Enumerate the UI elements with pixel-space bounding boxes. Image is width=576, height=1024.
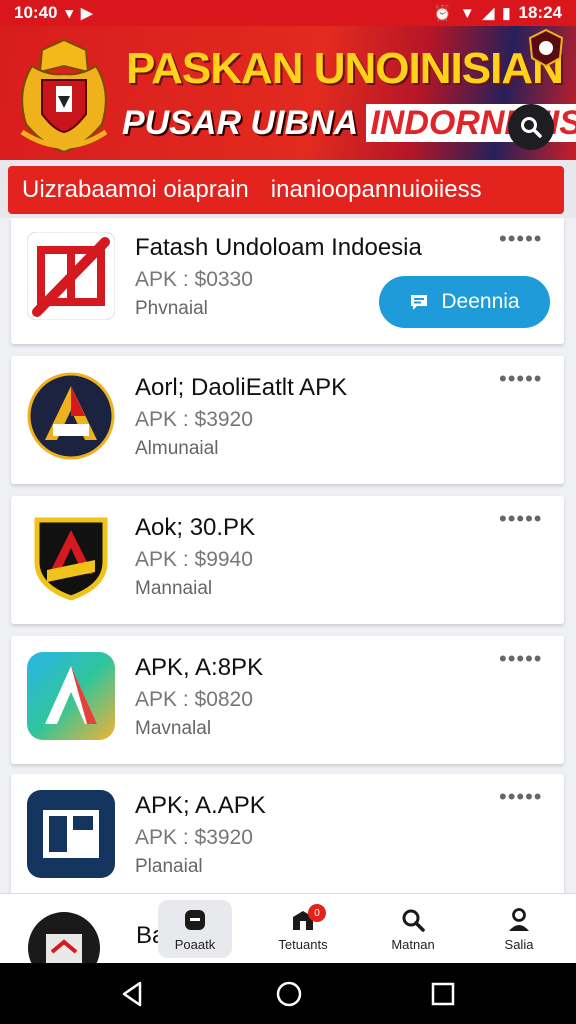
app-icon-shield: [34, 517, 108, 600]
home-icon: [185, 909, 205, 930]
header-title-white: PUSAR UIBNA: [122, 104, 357, 142]
app-icon-a-badge: [27, 372, 115, 460]
nav-label-store: Tetuants: [278, 936, 328, 952]
alarm-icon: ⏰: [433, 5, 452, 22]
more-options-icon[interactable]: •••••: [499, 506, 543, 532]
status-bar: 10:40 ▾ ▶ ⏰ ▼ ◢ ▮ 18:24: [0, 0, 576, 26]
notification-badge: 0: [308, 904, 326, 922]
app-version: APK : $0330: [135, 268, 253, 291]
nav-label-profile: Salia: [504, 936, 534, 952]
app-icon-gradient-a: [27, 652, 115, 740]
header-title-line1: PASKAN UNOINISIAN: [126, 44, 564, 93]
nav-home[interactable]: Poaatk: [158, 900, 232, 958]
notification-icon: ▾: [65, 5, 74, 22]
more-options-icon[interactable]: •••••: [499, 646, 543, 672]
app-subtitle: Phvnaial: [135, 298, 208, 319]
corner-emblem-icon: [528, 28, 564, 68]
banner-text-b: inanioopannuioiiess: [270, 176, 482, 203]
nav-search[interactable]: Matnan: [376, 900, 450, 958]
app-card[interactable]: Aorl; DaoliEatlt APK APK : $3920 Almunai…: [11, 356, 564, 484]
search-icon: [521, 117, 542, 138]
app-version: APK : $9940: [135, 548, 253, 571]
app-card[interactable]: Aok; 30.PK APK : $9940 Mannaial •••••: [11, 496, 564, 624]
nav-label-home: Poaatk: [174, 936, 216, 952]
nav-profile[interactable]: Salia: [482, 900, 556, 958]
nav-label-search: Matnan: [391, 936, 435, 952]
download-button[interactable]: Deennia: [379, 276, 550, 328]
app-subtitle: Planaial: [135, 856, 203, 877]
app-list: Fatash Undoloam Indoesia APK : $0330 Phv…: [0, 218, 576, 893]
recents-icon[interactable]: [428, 979, 458, 1009]
app-name: APK; A.APK: [135, 792, 266, 819]
more-options-icon[interactable]: •••••: [499, 366, 543, 392]
download-button-label: Deennia: [441, 290, 520, 313]
app-name: Fatash Undoloam Indoesia: [135, 234, 422, 261]
bottom-navigation: Ba Poaatk 0 Tetuants Matnan Salia: [0, 893, 576, 984]
category-banner[interactable]: Uizrabaamoi oiaprain inanioopannuioiiess: [8, 166, 564, 214]
app-name: APK, A:8PK: [135, 654, 264, 681]
app-card[interactable]: Fatash Undoloam Indoesia APK : $0330 Phv…: [11, 218, 564, 344]
app-name: Aorl; DaoliEatlt APK: [135, 374, 348, 401]
back-icon[interactable]: [118, 979, 148, 1009]
app-icon-navy-box: [27, 790, 115, 878]
more-options-icon[interactable]: •••••: [499, 784, 543, 810]
app-version: APK : $3920: [135, 826, 253, 849]
status-time-right: 18:24: [518, 3, 562, 22]
more-options-icon[interactable]: •••••: [499, 226, 543, 252]
signal-icon: ◢: [482, 5, 495, 22]
message-icon: [411, 295, 428, 310]
app-card[interactable]: APK; A.APK APK : $3920 Planaial •••••: [11, 774, 564, 893]
app-subtitle: Mannaial: [135, 578, 213, 599]
app-subtitle: Almunaial: [135, 438, 219, 459]
search-button[interactable]: [508, 104, 554, 150]
app-card[interactable]: APK, A:8PK APK : $0820 Mavnalal •••••: [11, 636, 564, 764]
profile-icon: [509, 907, 529, 931]
garuda-emblem-logo: [20, 38, 108, 154]
nav-store[interactable]: 0 Tetuants: [266, 900, 340, 958]
app-version: APK : $3920: [135, 408, 253, 431]
battery-icon: ▮: [502, 5, 511, 22]
status-time-left: 10:40: [14, 3, 58, 22]
app-header: PASKAN UNOINISIAN PUSAR UIBNA INDORNEEIS: [0, 26, 576, 166]
youtube-icon: ▶: [81, 5, 93, 22]
app-icon-red-slash: [27, 232, 115, 320]
app-version: APK : $0820: [135, 688, 253, 711]
search-icon: [402, 909, 425, 932]
app-subtitle: Mavnalal: [135, 718, 212, 739]
system-navigation-bar: [0, 963, 576, 1024]
wifi-icon: ▼: [459, 4, 475, 22]
app-name: Aok; 30.PK: [135, 514, 256, 541]
banner-text-a: Uizrabaamoi oiaprain: [22, 176, 249, 203]
home-circle-icon[interactable]: [274, 979, 304, 1009]
